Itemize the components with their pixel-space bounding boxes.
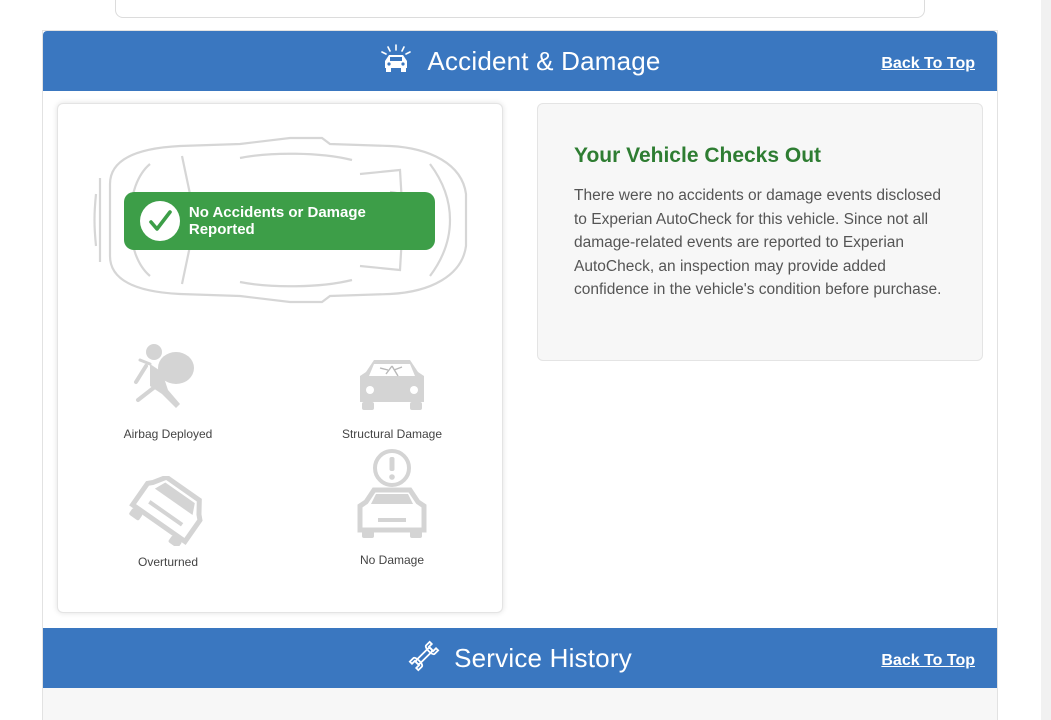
overturned-car-icon bbox=[128, 474, 208, 550]
no-damage-car-icon bbox=[352, 449, 432, 548]
checkmark-icon bbox=[140, 201, 180, 241]
accident-damage-header: Accident & Damage Back To Top bbox=[43, 31, 997, 91]
icon-label: No Damage bbox=[359, 553, 425, 567]
icon-label: Structural Damage bbox=[341, 427, 443, 441]
accident-damage-section: Accident & Damage Back To Top No Acciden… bbox=[42, 30, 998, 631]
wrench-icon bbox=[408, 640, 440, 677]
previous-section-card bbox=[115, 0, 925, 18]
overturned-item: Overturned bbox=[78, 474, 258, 569]
section-title: Service History bbox=[454, 642, 632, 673]
result-description: There were no accidents or damage events… bbox=[574, 187, 942, 298]
back-to-top-link[interactable]: Back To Top bbox=[881, 652, 975, 670]
airbag-deployed-item: Airbag Deployed bbox=[78, 342, 258, 441]
service-history-body bbox=[43, 688, 997, 720]
no-accidents-badge: No Accidents or Damage Reported bbox=[124, 192, 435, 250]
result-heading: Your Vehicle Checks Out bbox=[574, 144, 822, 167]
car-crash-icon bbox=[379, 43, 413, 79]
damage-summary-card: No Accidents or Damage Reported Airbag D… bbox=[57, 103, 503, 613]
no-damage-item: No Damage bbox=[302, 448, 482, 567]
vehicle-checks-out-card: Your Vehicle Checks Out There were no ac… bbox=[537, 103, 983, 361]
badge-text: No Accidents or Damage Reported bbox=[188, 204, 366, 238]
service-history-section: Service History Back To Top bbox=[42, 628, 998, 720]
page-scrollbar[interactable] bbox=[1041, 0, 1051, 720]
icon-label: Airbag Deployed bbox=[123, 427, 213, 441]
back-to-top-link[interactable]: Back To Top bbox=[881, 55, 975, 73]
service-history-header: Service History Back To Top bbox=[43, 628, 997, 688]
icon-label: Overturned bbox=[137, 555, 199, 569]
section-title: Accident & Damage bbox=[427, 45, 661, 76]
structural-damage-item: Structural Damage bbox=[302, 354, 482, 441]
structural-damage-icon bbox=[352, 360, 432, 422]
airbag-icon bbox=[128, 344, 208, 422]
